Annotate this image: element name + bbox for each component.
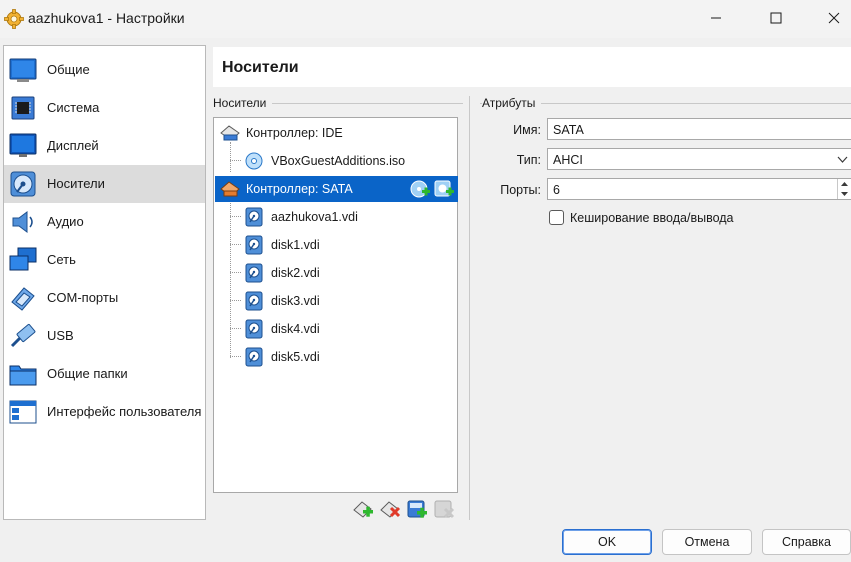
- hard-disk-icon: [245, 347, 263, 367]
- add-controller-icon[interactable]: [352, 498, 374, 520]
- add-hard-disk-icon[interactable]: [433, 179, 455, 199]
- add-attachment-icon[interactable]: [406, 498, 428, 520]
- sata-controller-icon: [220, 181, 240, 197]
- page-header: Носители: [213, 47, 851, 87]
- minimize-button[interactable]: [693, 0, 739, 36]
- window-title: aazhukova1 - Настройки: [28, 10, 185, 26]
- controller-name-input[interactable]: SATA: [547, 118, 851, 140]
- tree-item-sata-controller[interactable]: Контроллер: SATA: [215, 176, 458, 202]
- shared-folder-icon: [9, 365, 37, 386]
- minimize-icon: [711, 17, 721, 19]
- general-icon: [9, 58, 37, 82]
- sidebar-item-usb[interactable]: USB: [4, 317, 205, 355]
- display-icon: [9, 133, 37, 157]
- help-button[interactable]: Справка: [762, 529, 851, 555]
- tree-item-label: disk1.vdi: [271, 238, 320, 252]
- port-count-spinbox[interactable]: 6: [547, 178, 851, 200]
- maximize-icon: [770, 12, 782, 24]
- close-icon: [828, 12, 840, 24]
- tree-item-label: disk3.vdi: [271, 294, 320, 308]
- page-title: Носители: [222, 59, 299, 76]
- chevron-down-icon: [837, 156, 848, 163]
- storage-disk-icon: [10, 171, 36, 197]
- sidebar-item-general[interactable]: Общие: [4, 51, 205, 89]
- sidebar-item-label: Дисплей: [47, 138, 99, 153]
- title-bar: aazhukova1 - Настройки: [0, 0, 851, 38]
- sidebar-item-serial-ports[interactable]: COM-порты: [4, 279, 205, 317]
- storage-group-heading: Носители: [213, 96, 273, 110]
- tree-item-ide-controller[interactable]: Контроллер: IDE: [215, 120, 458, 146]
- usb-icon: [10, 323, 36, 348]
- spin-up-icon[interactable]: [840, 181, 849, 187]
- tree-item-disk[interactable]: disk1.vdi: [215, 232, 458, 258]
- type-label: Тип:: [516, 153, 541, 167]
- io-cache-label: Кеширование ввода/вывода: [570, 211, 734, 225]
- controller-type-select[interactable]: AHCI: [547, 148, 851, 170]
- close-button[interactable]: [811, 0, 851, 36]
- sidebar-item-display[interactable]: Дисплей: [4, 127, 205, 165]
- user-interface-icon: [9, 400, 37, 424]
- storage-tree[interactable]: Контроллер: IDE VBoxGuestAdditions.iso К…: [213, 117, 458, 493]
- tree-item-label: disk2.vdi: [271, 266, 320, 280]
- sidebar-item-label: Общие: [47, 62, 90, 77]
- tree-item-label: disk4.vdi: [271, 322, 320, 336]
- io-cache-checkbox[interactable]: [549, 210, 564, 225]
- sidebar-item-label: Общие папки: [47, 366, 128, 381]
- sidebar-item-label: Интерфейс пользователя: [47, 404, 202, 419]
- hard-disk-icon: [245, 207, 263, 227]
- sidebar-item-storage[interactable]: Носители: [4, 165, 205, 203]
- tree-item-label: Контроллер: IDE: [246, 126, 343, 140]
- sidebar-item-shared-folders[interactable]: Общие папки: [4, 355, 205, 393]
- serial-port-icon: [11, 287, 35, 311]
- sidebar-item-label: Носители: [47, 176, 105, 191]
- ok-button[interactable]: OK: [562, 529, 652, 555]
- tree-item-label: Контроллер: SATA: [246, 182, 353, 196]
- gear-icon: [4, 9, 24, 29]
- tree-item-disk[interactable]: disk2.vdi: [215, 260, 458, 286]
- tree-item-disk[interactable]: disk3.vdi: [215, 288, 458, 314]
- sidebar-item-label: Аудио: [47, 214, 84, 229]
- tree-item-label: VBoxGuestAdditions.iso: [271, 154, 406, 168]
- sidebar-item-label: Сеть: [47, 252, 76, 267]
- ide-controller-icon: [220, 125, 240, 141]
- name-label: Имя:: [513, 123, 541, 137]
- spin-down-icon[interactable]: [840, 191, 849, 197]
- optical-disc-icon: [245, 152, 263, 170]
- remove-controller-icon[interactable]: [379, 498, 401, 520]
- settings-sidebar: Общие Система Дисплей Носители Аудио Сет…: [3, 45, 206, 520]
- tree-item-optical-disk[interactable]: VBoxGuestAdditions.iso: [215, 148, 458, 174]
- cancel-button[interactable]: Отмена: [662, 529, 752, 555]
- tree-item-disk[interactable]: disk4.vdi: [215, 316, 458, 342]
- sidebar-item-user-interface[interactable]: Интерфейс пользователя: [4, 393, 205, 431]
- sidebar-item-label: Система: [47, 100, 100, 115]
- sidebar-item-label: COM-порты: [47, 290, 119, 305]
- hard-disk-icon: [245, 235, 263, 255]
- attributes-group-heading: Атрибуты: [482, 96, 542, 110]
- tree-item-disk[interactable]: aazhukova1.vdi: [215, 204, 458, 230]
- spin-buttons[interactable]: [837, 179, 851, 199]
- add-optical-drive-icon[interactable]: [409, 179, 431, 199]
- tree-item-label: aazhukova1.vdi: [271, 210, 358, 224]
- maximize-button[interactable]: [753, 0, 799, 36]
- hard-disk-icon: [245, 291, 263, 311]
- sidebar-item-system[interactable]: Система: [4, 89, 205, 127]
- sidebar-item-label: USB: [47, 328, 74, 343]
- hard-disk-icon: [245, 263, 263, 283]
- panel-splitter[interactable]: [469, 96, 470, 520]
- sidebar-item-network[interactable]: Сеть: [4, 241, 205, 279]
- system-chip-icon: [11, 96, 35, 120]
- remove-attachment-icon[interactable]: [433, 498, 455, 520]
- tree-item-disk[interactable]: disk5.vdi: [215, 344, 458, 370]
- hard-disk-icon: [245, 319, 263, 339]
- ports-label: Порты:: [500, 183, 541, 197]
- audio-speaker-icon: [12, 211, 33, 233]
- network-icon: [9, 247, 37, 271]
- tree-item-label: disk5.vdi: [271, 350, 320, 364]
- sidebar-item-audio[interactable]: Аудио: [4, 203, 205, 241]
